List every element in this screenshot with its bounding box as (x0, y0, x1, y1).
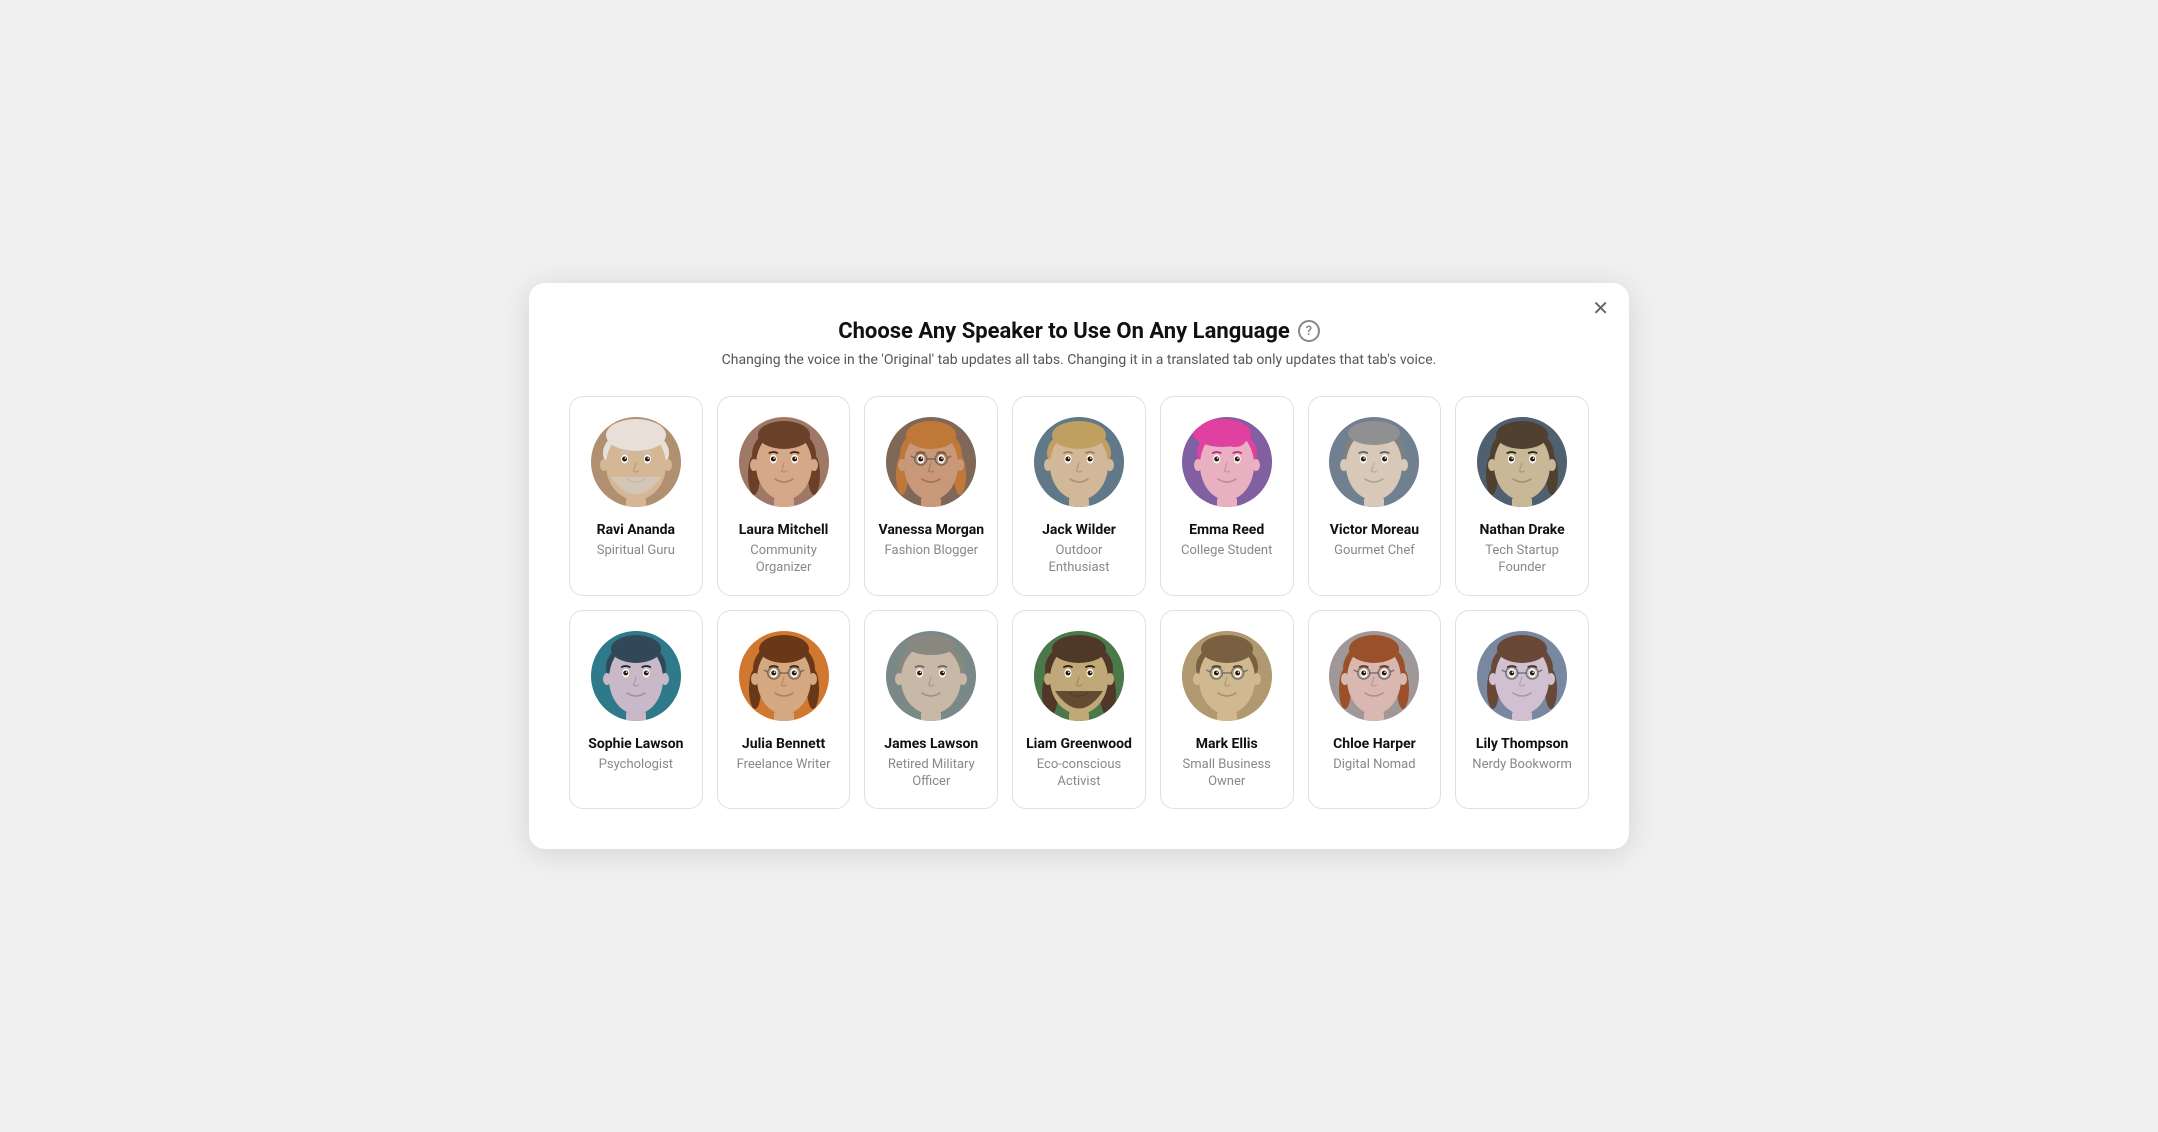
speakers-row-2: Sophie Lawson Psychologist Julia Bennett F… (569, 610, 1589, 810)
speaker-role: Freelance Writer (737, 757, 831, 774)
speaker-card-james-lawson[interactable]: James Lawson Retired Military Officer (864, 610, 998, 810)
speaker-name: Julia Bennett (742, 735, 825, 753)
speaker-name: Lily Thompson (1476, 735, 1569, 753)
speaker-card-jack-wilder[interactable]: Jack Wilder Outdoor Enthusiast (1012, 396, 1146, 596)
speaker-name: Nathan Drake (1480, 521, 1565, 539)
modal-title: Choose Any Speaker to Use On Any Languag… (569, 319, 1589, 344)
speaker-role: Eco-conscious Activist (1025, 757, 1133, 791)
speaker-name: Mark Ellis (1196, 735, 1258, 753)
speaker-role: Outdoor Enthusiast (1025, 543, 1133, 577)
speakers-row-1: Ravi Ananda Spiritual Guru Laura Mitchell… (569, 396, 1589, 596)
speaker-name: Jack Wilder (1042, 521, 1116, 539)
speaker-role: Retired Military Officer (877, 757, 985, 791)
speaker-card-ravi-ananda[interactable]: Ravi Ananda Spiritual Guru (569, 396, 703, 596)
speaker-role: College Student (1181, 543, 1272, 560)
speaker-card-nathan-drake[interactable]: Nathan Drake Tech Startup Founder (1455, 396, 1589, 596)
speaker-role: Fashion Blogger (885, 543, 978, 560)
speaker-name: Emma Reed (1189, 521, 1264, 539)
speaker-role: Psychologist (599, 757, 673, 774)
speaker-card-sophie-lawson[interactable]: Sophie Lawson Psychologist (569, 610, 703, 810)
speaker-selection-modal: ✕ Choose Any Speaker to Use On Any Langu… (529, 283, 1629, 850)
speaker-card-laura-mitchell[interactable]: Laura Mitchell Community Organizer (717, 396, 851, 596)
speaker-name: Vanessa Morgan (878, 521, 984, 539)
speaker-name: Sophie Lawson (588, 735, 683, 753)
speaker-name: Laura Mitchell (739, 521, 829, 539)
speaker-role: Community Organizer (730, 543, 838, 577)
modal-subtitle: Changing the voice in the 'Original' tab… (569, 352, 1589, 368)
speaker-name: Chloe Harper (1333, 735, 1416, 753)
speaker-card-liam-greenwood[interactable]: Liam Greenwood Eco-conscious Activist (1012, 610, 1146, 810)
close-button[interactable]: ✕ (1592, 299, 1609, 319)
speaker-name: Ravi Ananda (597, 521, 675, 539)
speaker-card-emma-reed[interactable]: Emma Reed College Student (1160, 396, 1294, 596)
speaker-name: Victor Moreau (1330, 521, 1419, 539)
speaker-card-chloe-harper[interactable]: Chloe Harper Digital Nomad (1308, 610, 1442, 810)
speaker-role: Spiritual Guru (597, 543, 675, 560)
speaker-name: James Lawson (884, 735, 978, 753)
speaker-role: Gourmet Chef (1334, 543, 1415, 560)
speaker-card-lily-thompson[interactable]: Lily Thompson Nerdy Bookworm (1455, 610, 1589, 810)
speaker-card-mark-ellis[interactable]: Mark Ellis Small Business Owner (1160, 610, 1294, 810)
speaker-card-vanessa-morgan[interactable]: Vanessa Morgan Fashion Blogger (864, 396, 998, 596)
speaker-role: Tech Startup Founder (1468, 543, 1576, 577)
speaker-role: Digital Nomad (1333, 757, 1415, 774)
speaker-card-julia-bennett[interactable]: Julia Bennett Freelance Writer (717, 610, 851, 810)
speaker-card-victor-moreau[interactable]: Victor Moreau Gourmet Chef (1308, 396, 1442, 596)
help-icon[interactable]: ? (1298, 320, 1320, 342)
speaker-role: Nerdy Bookworm (1472, 757, 1572, 774)
speaker-role: Small Business Owner (1173, 757, 1281, 791)
speaker-name: Liam Greenwood (1026, 735, 1132, 753)
